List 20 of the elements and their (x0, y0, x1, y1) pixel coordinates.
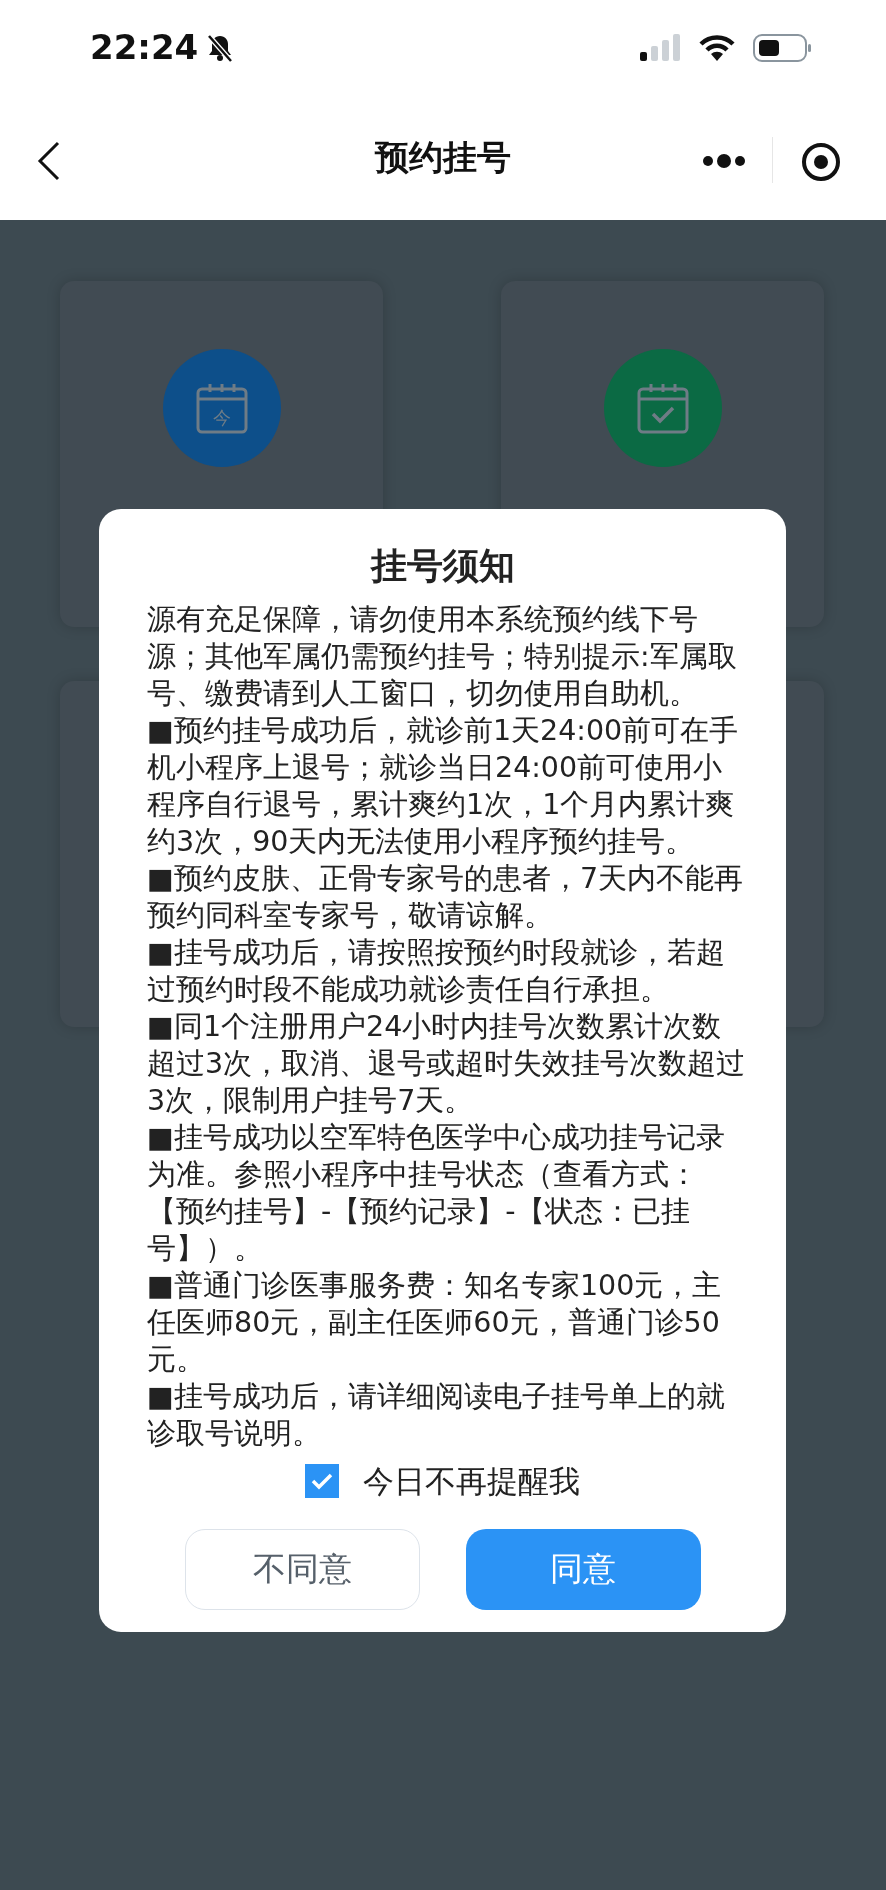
notice-paragraph: ■普通门诊医事服务费：知名专家100元，主任医师80元，副主任医师60元，普通门诊50元。 (147, 1268, 723, 1378)
battery-icon (752, 32, 812, 63)
notice-paragraph: ■挂号成功以空军特色医学中心成功挂号记录为准。参照小程序中挂号状态（查看方式：【预约挂号】-【预约记录】-【状态：已挂号】）。 (147, 1120, 726, 1267)
page-title: 预约挂号 (375, 136, 511, 179)
check-icon (311, 1472, 333, 1491)
more-icon[interactable] (702, 153, 746, 169)
status-time: 22:24 (90, 26, 199, 69)
notice-paragraph: ■挂号成功后，请按照按预约时段就诊，若超过预约时段不能成功就诊责任自行承担。 (147, 935, 726, 1008)
bell-muted-icon (206, 32, 235, 63)
signal-icon (638, 32, 682, 63)
notice-paragraph: ■预约挂号成功后，就诊前1天24:00前可在手机小程序上退号；就诊当日24:00前可使用小程序自行退号，累计爽约1次，1个月内累计爽约3次，90天内无法使用小程序预约挂号。 (147, 713, 740, 860)
notice-paragraph: ■预约皮肤、正骨专家号的患者，7天内不能再预约同科室专家号，敬请谅解。 (147, 861, 745, 934)
wifi-icon (698, 32, 736, 63)
checkbox[interactable] (305, 1464, 339, 1499)
notice-paragraph: ■同1个注册用户24小时内挂号次数累计次数超过3次，取消、退号或超时失效挂号次数超过3次，限制用户挂号7天。 (147, 1009, 747, 1119)
disagree-button[interactable]: 不同意 (184, 1528, 420, 1610)
checkbox-label[interactable]: 今日不再提醒我 (363, 1458, 580, 1505)
close-target-icon[interactable] (801, 142, 841, 182)
back-icon[interactable] (37, 141, 61, 181)
notice-paragraph: ■挂号成功后，请详细阅读电子挂号单上的就诊取号说明。 (147, 1379, 726, 1452)
